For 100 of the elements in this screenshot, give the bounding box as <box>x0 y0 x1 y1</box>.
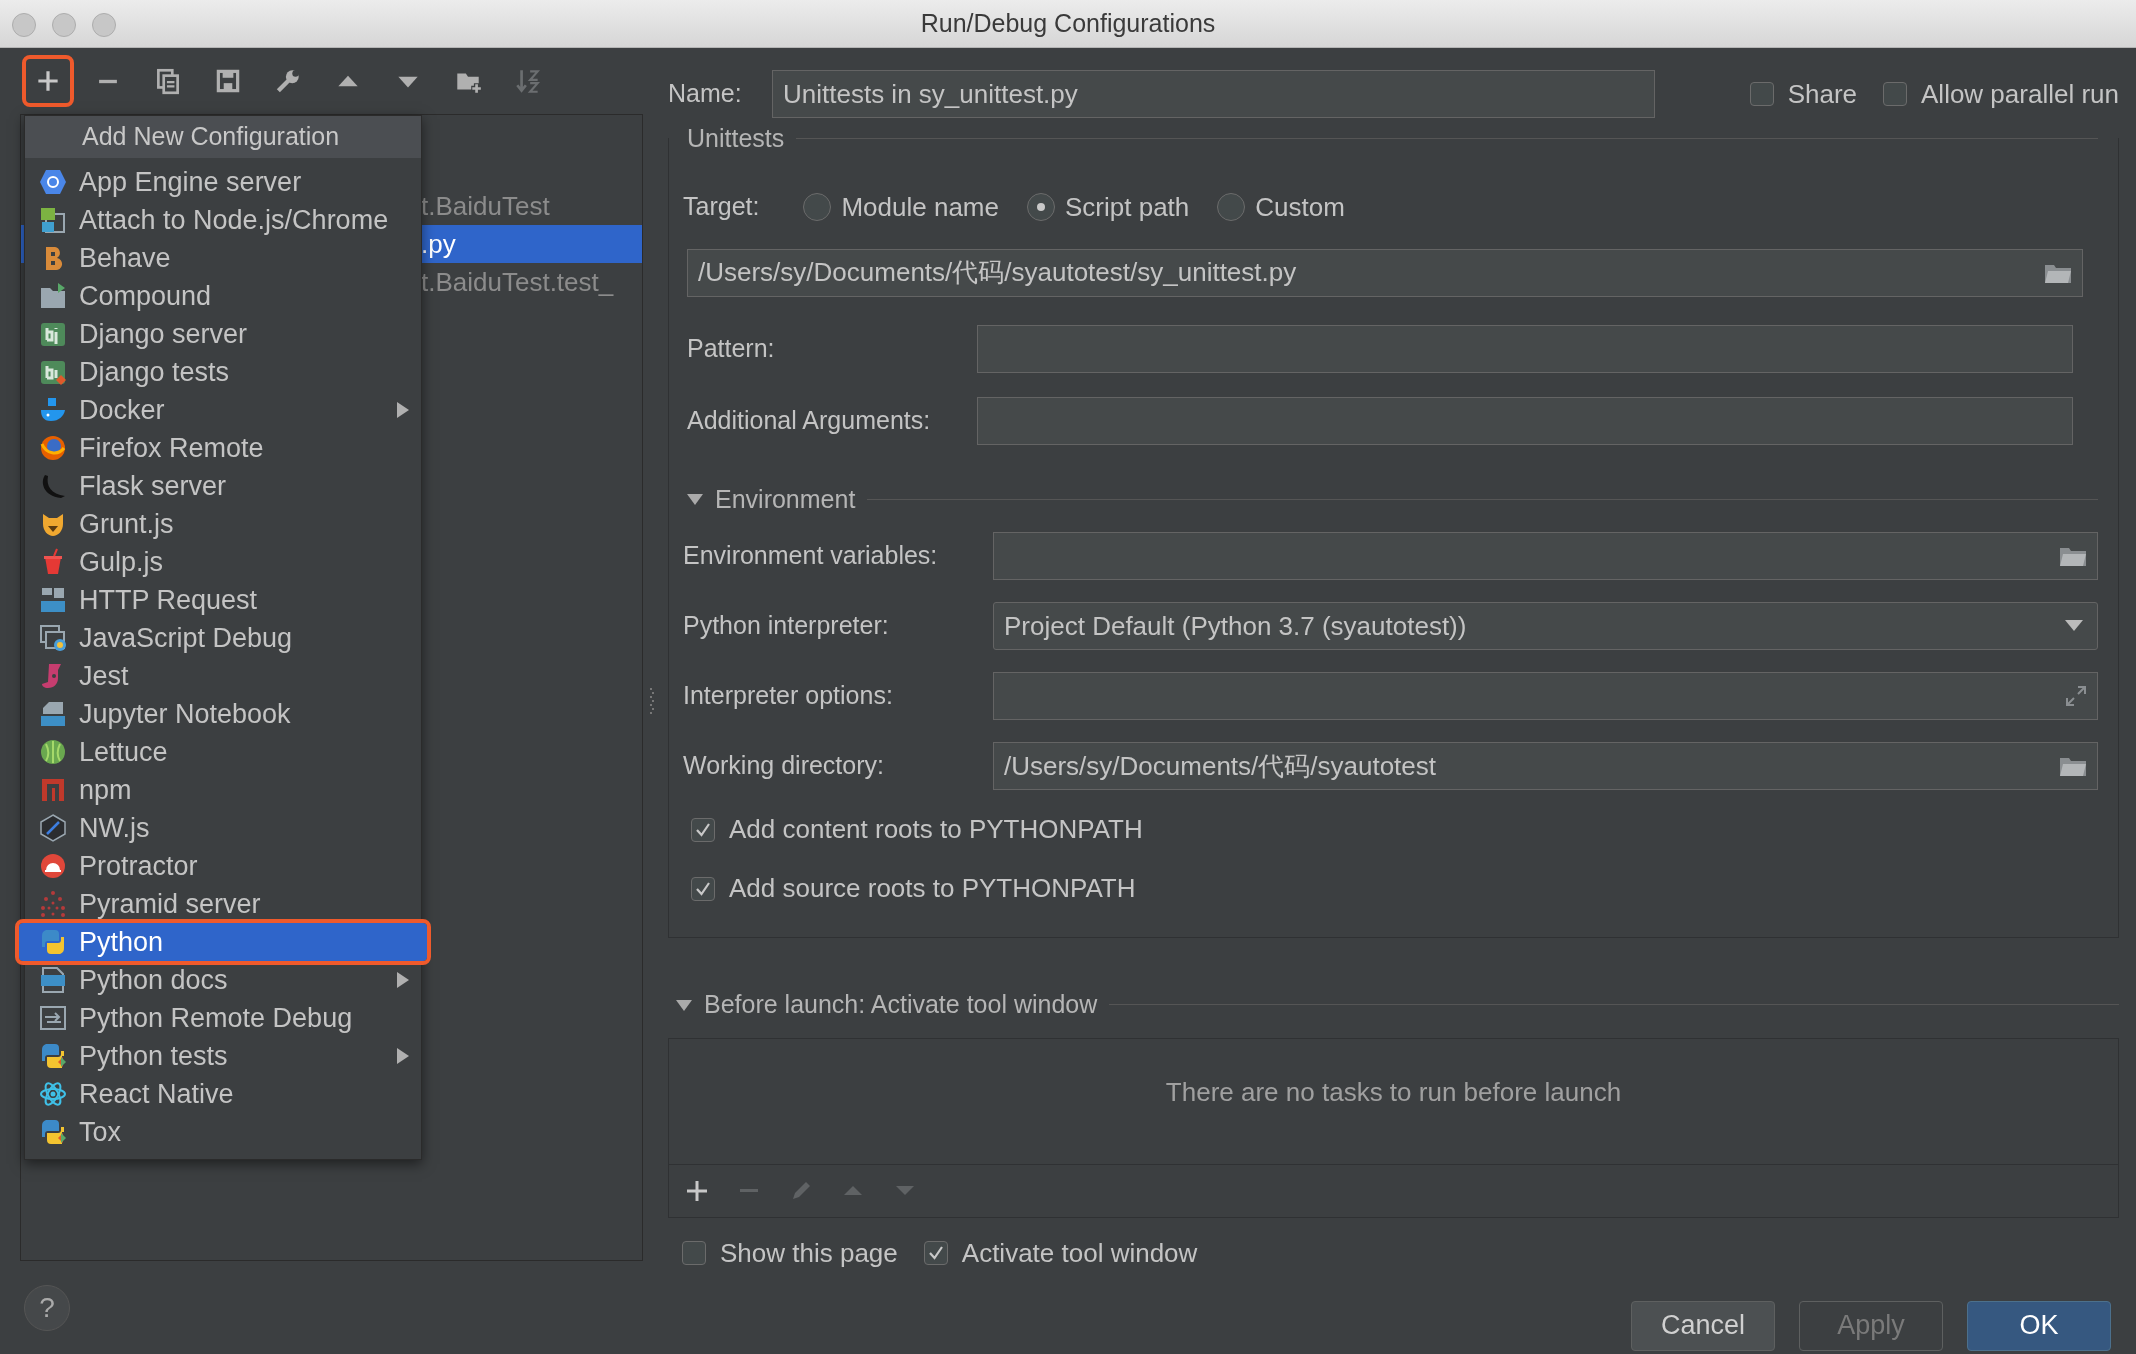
menu-item-label: Jest <box>79 659 130 693</box>
window-icon <box>39 1004 67 1032</box>
menu-item-label: npm <box>79 773 133 807</box>
dialog-button[interactable]: Cancel <box>1631 1300 1775 1351</box>
dialog-button[interactable]: OK <box>1967 1300 2111 1351</box>
square-icon <box>39 776 67 804</box>
menu-item[interactable]: Docker <box>25 391 421 429</box>
arguments-field[interactable] <box>977 396 2073 445</box>
menu-item[interactable]: HTTP Request <box>25 581 421 619</box>
snake-logo-icon <box>39 1118 67 1146</box>
menu-item[interactable]: Python docs <box>25 961 421 999</box>
window-icon <box>39 624 67 652</box>
whale-icon <box>39 396 67 424</box>
menu-item-label: Behave <box>79 241 172 275</box>
remove-icon <box>98 78 118 84</box>
checkbox-label: Allow parallel run <box>1921 77 2119 111</box>
dots-icon <box>39 890 67 918</box>
environment-variables-field[interactable] <box>993 532 2098 580</box>
interpreter-dropdown[interactable]: Project Default (Python 3.7 (syautotest)) <box>993 602 2098 650</box>
square-icon <box>39 358 67 386</box>
menu-item[interactable]: Flask server <box>25 467 421 505</box>
menu-item[interactable]: Gulp.js <box>25 543 421 581</box>
menu-item-label: Python <box>79 925 165 959</box>
checkbox-label: Activate tool window <box>961 1236 1198 1270</box>
minimize-button[interactable] <box>52 13 76 37</box>
menu-item[interactable]: Python Remote Debug <box>25 999 421 1037</box>
window-title: Run/Debug Configurations <box>920 7 1216 39</box>
checkbox-label: Add content roots to PYTHONPATH <box>729 813 1143 846</box>
protractor-icon <box>39 852 67 880</box>
square-icon <box>39 320 67 348</box>
field-label: Working directory: <box>683 750 885 782</box>
interpreter-options-field[interactable] <box>993 672 2098 720</box>
menu-item[interactable]: Firefox Remote <box>25 429 421 467</box>
snake-logo-icon <box>39 928 67 956</box>
checkbox[interactable] <box>1749 82 1774 106</box>
menu-item-label: HTTP Request <box>79 583 259 617</box>
window-icon <box>39 206 67 234</box>
checkbox[interactable] <box>682 1241 706 1265</box>
menu-item[interactable]: npm <box>25 771 421 809</box>
script-path-field[interactable]: /Users/sy/Documents/代码/syautotest/sy_unittest.py <box>687 248 2083 297</box>
menu-item[interactable]: Behave <box>25 239 421 277</box>
radio-button[interactable] <box>1217 193 1246 221</box>
menu-item-label: Tox <box>79 1115 123 1149</box>
radio-button[interactable] <box>803 193 832 221</box>
snake-logo-icon <box>39 1042 67 1070</box>
menu-item[interactable]: App Engine server <box>25 163 421 201</box>
menu-item[interactable]: Jupyter Notebook <box>25 695 421 733</box>
document-icon <box>39 966 67 994</box>
menu-item[interactable]: Django server <box>25 315 421 353</box>
checkbox[interactable] <box>923 1241 948 1265</box>
menu-item[interactable]: JavaScript Debug <box>25 619 421 657</box>
radio-button[interactable] <box>1027 193 1055 221</box>
menu-item-label: Pyramid server <box>79 887 262 921</box>
checkbox-label: Share <box>1787 77 1857 111</box>
group-title: Unittests <box>687 123 785 154</box>
field-label: Additional Arguments: <box>686 404 932 436</box>
menu-item-label: Django server <box>79 317 249 351</box>
help-button[interactable]: ? <box>24 1284 70 1331</box>
menu-item-label: Gulp.js <box>79 545 165 579</box>
zoom-button[interactable] <box>92 13 116 37</box>
menu-item[interactable]: React Native <box>25 1075 421 1113</box>
menu-item[interactable]: NW.js <box>25 809 421 847</box>
section-toggle[interactable]: Before launch: Activate tool window <box>704 986 1098 1024</box>
document-icon <box>39 700 67 728</box>
working-directory-field[interactable]: /Users/sy/Documents/代码/syautotest <box>993 742 2098 790</box>
add-button[interactable] <box>22 55 74 107</box>
menu-item[interactable]: Tox <box>25 1113 421 1151</box>
menu-item[interactable]: Lettuce <box>25 733 421 771</box>
menu-item[interactable]: Protractor <box>25 847 421 885</box>
radio-label: Custom <box>1255 190 1345 224</box>
remove-icon <box>740 1189 758 1192</box>
folder-icon <box>2059 755 2087 777</box>
menu-item[interactable]: Compound <box>25 277 421 315</box>
section-toggle[interactable]: Environment <box>715 480 856 518</box>
empty-message: There are no tasks to run before launch <box>1165 1075 1622 1109</box>
folder-icon <box>2059 545 2087 567</box>
document-icon <box>39 586 67 614</box>
move-up-icon <box>844 1186 862 1195</box>
target-label: Target: <box>683 191 760 223</box>
close-button[interactable] <box>12 13 36 37</box>
menu-item[interactable]: Python tests <box>25 1037 421 1075</box>
menu-item-label: Python docs <box>79 963 229 997</box>
menu-item-label: Firefox Remote <box>79 431 265 465</box>
checkbox[interactable] <box>691 817 715 842</box>
pattern-field[interactable] <box>977 324 2073 373</box>
name-field[interactable]: Unittests in sy_unittest.py <box>772 70 1655 118</box>
menu-item-label: Python Remote Debug <box>79 1001 354 1035</box>
move-down-icon <box>896 1186 914 1195</box>
menu-item[interactable]: Pyramid server <box>25 885 421 923</box>
checkbox[interactable] <box>1883 82 1907 106</box>
add-icon <box>685 1178 709 1203</box>
menu-item[interactable]: Grunt.js <box>25 505 421 543</box>
menu-item-label: Jupyter Notebook <box>79 697 292 731</box>
menu-item-label: Python tests <box>79 1039 229 1073</box>
hexagon-icon <box>39 168 67 196</box>
checkbox-label: Show this page <box>720 1236 898 1270</box>
menu-item[interactable]: Django tests <box>25 353 421 391</box>
menu-item[interactable]: Jest <box>25 657 421 695</box>
checkbox[interactable] <box>691 876 715 901</box>
menu-item[interactable]: Attach to Node.js/Chrome <box>25 201 421 239</box>
